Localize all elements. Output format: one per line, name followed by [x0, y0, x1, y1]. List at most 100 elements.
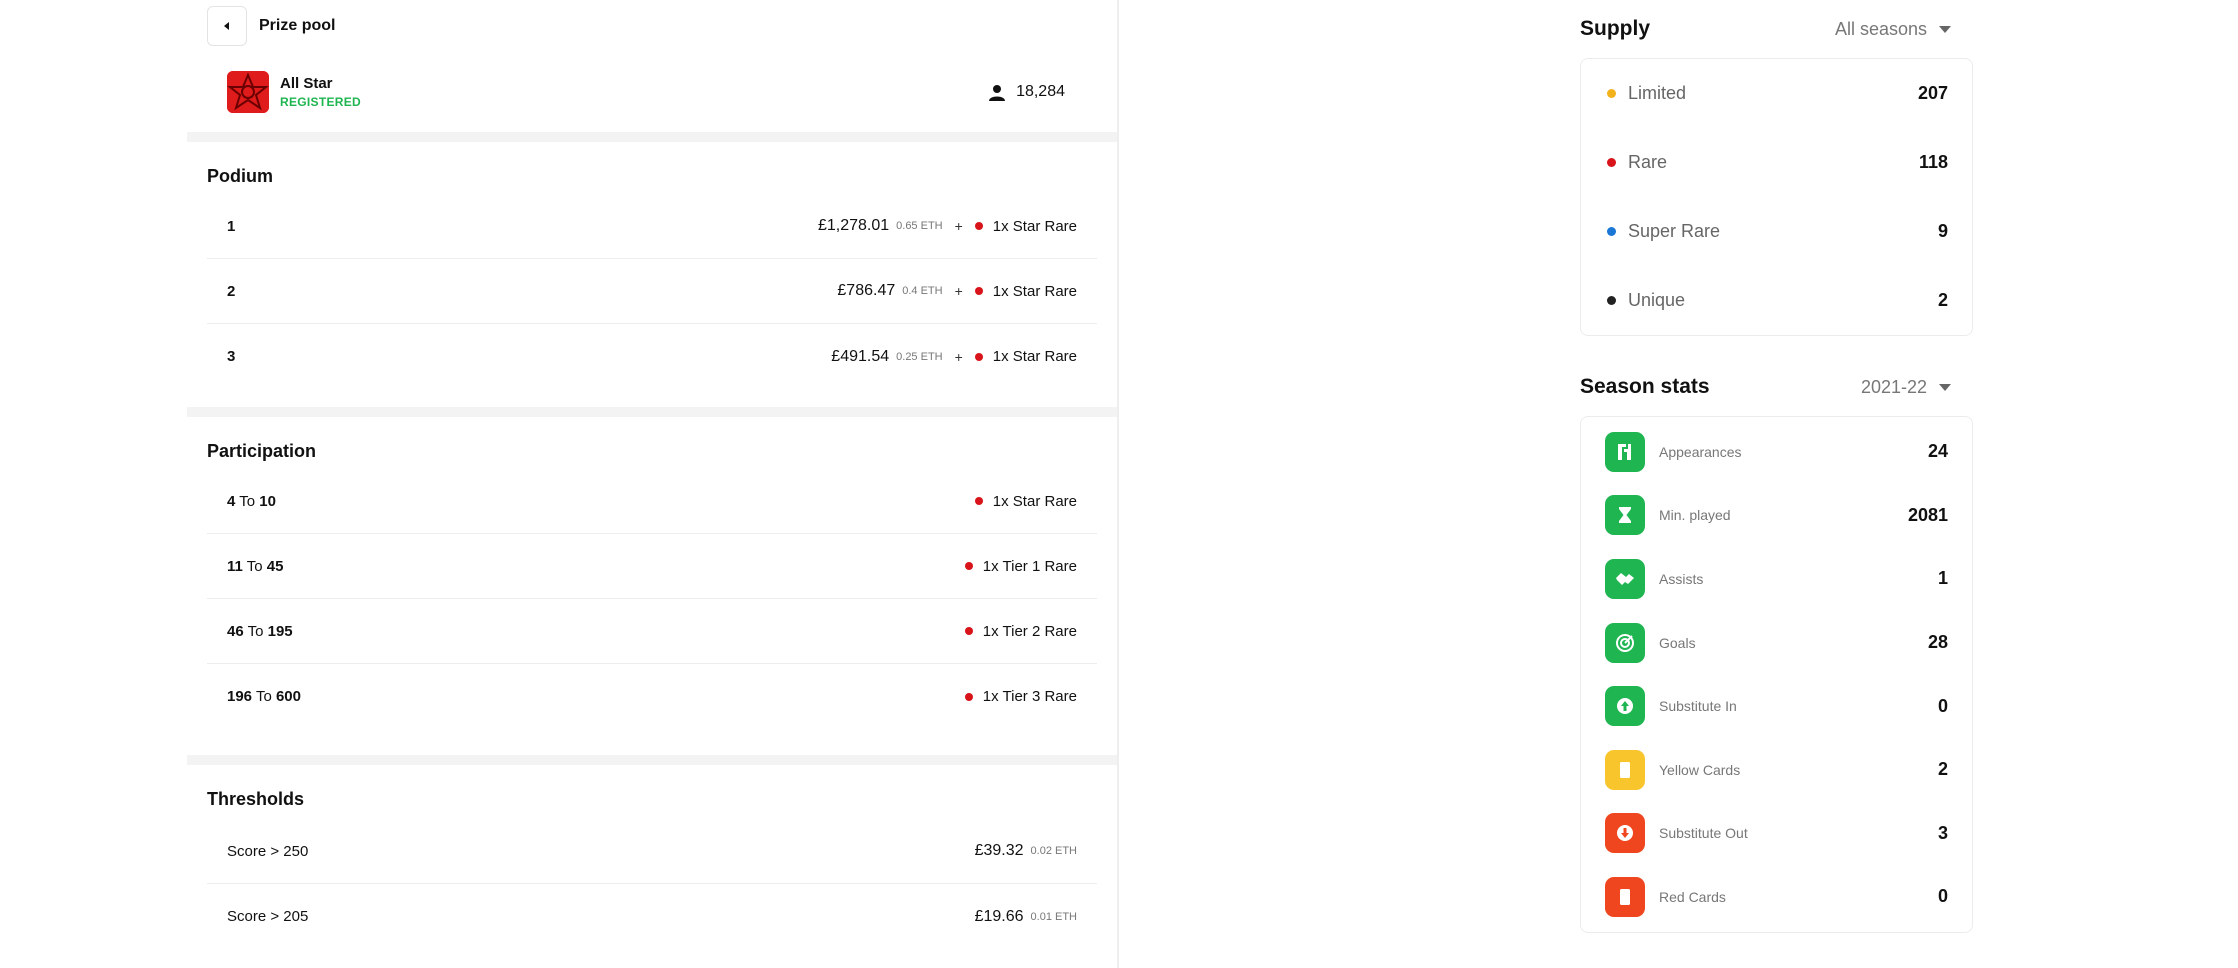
section-divider: [187, 132, 1117, 142]
supply-value: 2: [1937, 290, 1948, 310]
podium-rank: 1: [227, 217, 236, 235]
supply-item: Limited 207: [1581, 59, 1972, 128]
supply-title: Supply: [1580, 17, 1651, 40]
participation-row: 46 To 195 1x Tier 2 Rare: [207, 599, 1097, 664]
podium-row: 1 £1,278.01 0.65 ETH + 1x Star Rare: [207, 194, 1097, 259]
section-divider: [187, 407, 1117, 417]
appearances-icon: [1605, 431, 1645, 472]
season-stats-title: Season stats: [1580, 375, 1710, 398]
range-to: 10: [259, 492, 276, 510]
stat-name: Substitute In: [1659, 698, 1737, 715]
stat-value: 28: [1927, 632, 1948, 653]
card-reward: 1x Tier 3 Rare: [982, 688, 1077, 705]
stat-row: Assists 1: [1581, 547, 1972, 611]
prize-eth: 0.25 ETH: [896, 350, 943, 363]
stat-row: Substitute In 0: [1581, 674, 1972, 738]
podium-row: 2 £786.47 0.4 ETH + 1x Star Rare: [207, 259, 1097, 324]
rare-dot-icon: [964, 562, 973, 570]
limited-dot-icon: [1607, 89, 1616, 98]
user-icon: [989, 84, 1006, 101]
participation-row: 11 To 45 1x Tier 1 Rare: [207, 534, 1097, 599]
back-button[interactable]: [207, 6, 247, 46]
prize-eth: 0.02 ETH: [1030, 845, 1077, 857]
season-filter-dropdown[interactable]: All seasons: [1835, 19, 1973, 40]
threshold-row: Score > 250 £39.32 0.02 ETH: [207, 819, 1097, 884]
podium-row: 3 £491.54 0.25 ETH + 1x Star Rare: [207, 324, 1097, 389]
season-select-dropdown[interactable]: 2021-22: [1861, 377, 1973, 398]
stat-value: 2081: [1907, 504, 1948, 525]
page-title: Prize pool: [259, 17, 336, 34]
season-select-value: 2021-22: [1860, 376, 1927, 397]
supply-section: Supply All seasons Limited 207 Rare 118 …: [1580, 14, 1973, 336]
target-icon: [1605, 622, 1645, 663]
range-from: 11: [227, 557, 243, 575]
supply-item: Rare 118: [1581, 128, 1972, 197]
prize-money: £491.54: [831, 347, 890, 365]
rare-dot-icon: [964, 627, 973, 635]
competition-name: All Star: [280, 75, 333, 92]
card-reward: 1x Star Rare: [992, 282, 1077, 300]
range-to: 600: [275, 688, 301, 705]
caret-left-icon: [224, 22, 229, 30]
participation-section: Participation 4 To 10 1x Star Rare 11 To…: [187, 417, 1117, 729]
prize-money: £19.66: [974, 907, 1024, 925]
unique-dot-icon: [1607, 296, 1616, 305]
stat-name: Min. played: [1659, 507, 1731, 524]
stat-row: Substitute Out 3: [1581, 802, 1972, 866]
supply-name: Limited: [1628, 83, 1687, 103]
range-to: 45: [266, 557, 284, 575]
registered-badge: REGISTERED: [280, 95, 362, 109]
supply-item: Super Rare 9: [1581, 197, 1972, 266]
red-card-icon: [1605, 876, 1645, 917]
super-rare-dot-icon: [1607, 227, 1616, 236]
stat-row: Red Cards 0: [1581, 865, 1972, 929]
competition-logo: [227, 71, 269, 113]
prize-eth: 0.01 ETH: [1030, 910, 1077, 923]
participation-row: 196 To 600 1x Tier 3 Rare: [207, 664, 1097, 729]
competition-row: All Star REGISTERED 18,284: [187, 52, 1117, 132]
handshake-icon: [1605, 558, 1645, 599]
stat-name: Assists: [1659, 570, 1704, 587]
range-to-word: To: [246, 557, 263, 575]
card-reward: 1x Tier 2 Rare: [982, 622, 1077, 640]
stat-row: Goals 28: [1581, 611, 1972, 675]
supply-value: 118: [1918, 152, 1948, 172]
range-from: 46: [227, 622, 244, 640]
prize-money: £786.47: [837, 282, 896, 299]
range-to-word: To: [239, 492, 256, 510]
rare-dot-icon: [974, 497, 983, 505]
stat-row: Min. played 2081: [1581, 484, 1972, 548]
season-stats-card: Appearances 24 Min. played 2081 Assists …: [1580, 416, 1973, 933]
supply-value: 207: [1917, 83, 1948, 103]
thresholds-title: Thresholds: [207, 789, 305, 809]
hourglass-icon: [1605, 495, 1645, 536]
rare-dot-icon: [1607, 158, 1616, 167]
plus-sign: +: [954, 218, 963, 234]
stat-value: 0: [1937, 886, 1948, 907]
participation-title: Participation: [207, 441, 317, 461]
podium-section: Podium 1 £1,278.01 0.65 ETH + 1x Star Ra…: [187, 142, 1117, 389]
prize-eth: 0.4 ETH: [902, 285, 943, 297]
season-stats-section: Season stats 2021-22 Appearances 24 Min.…: [1580, 372, 1973, 933]
threshold-row: Score > 205 £19.66 0.01 ETH: [207, 884, 1097, 949]
participation-row: 4 To 10 1x Star Rare: [207, 469, 1097, 534]
plus-sign: +: [954, 283, 963, 299]
threshold-label: Score > 205: [227, 908, 309, 925]
yellow-card-icon: [1605, 749, 1645, 790]
season-filter-value: All seasons: [1834, 18, 1927, 39]
card-reward: 1x Star Rare: [992, 217, 1077, 235]
stat-value: 2: [1937, 759, 1948, 780]
stat-name: Yellow Cards: [1659, 761, 1741, 778]
chevron-down-icon: [1939, 383, 1951, 391]
range-to: 195: [267, 622, 293, 640]
prize-pool-header: Prize pool: [187, 0, 1117, 52]
prize-pool-panel: Prize pool All Star REGISTERED 18,284 Po…: [187, 0, 1117, 968]
stat-name: Appearances: [1659, 443, 1742, 460]
section-divider: [187, 755, 1117, 765]
stat-row: Appearances 24: [1581, 420, 1972, 484]
podium-rank: 2: [227, 282, 236, 300]
stat-value: 3: [1937, 822, 1948, 843]
range-from: 4: [227, 492, 236, 510]
card-reward: 1x Tier 1 Rare: [982, 557, 1077, 575]
rare-dot-icon: [964, 692, 973, 701]
